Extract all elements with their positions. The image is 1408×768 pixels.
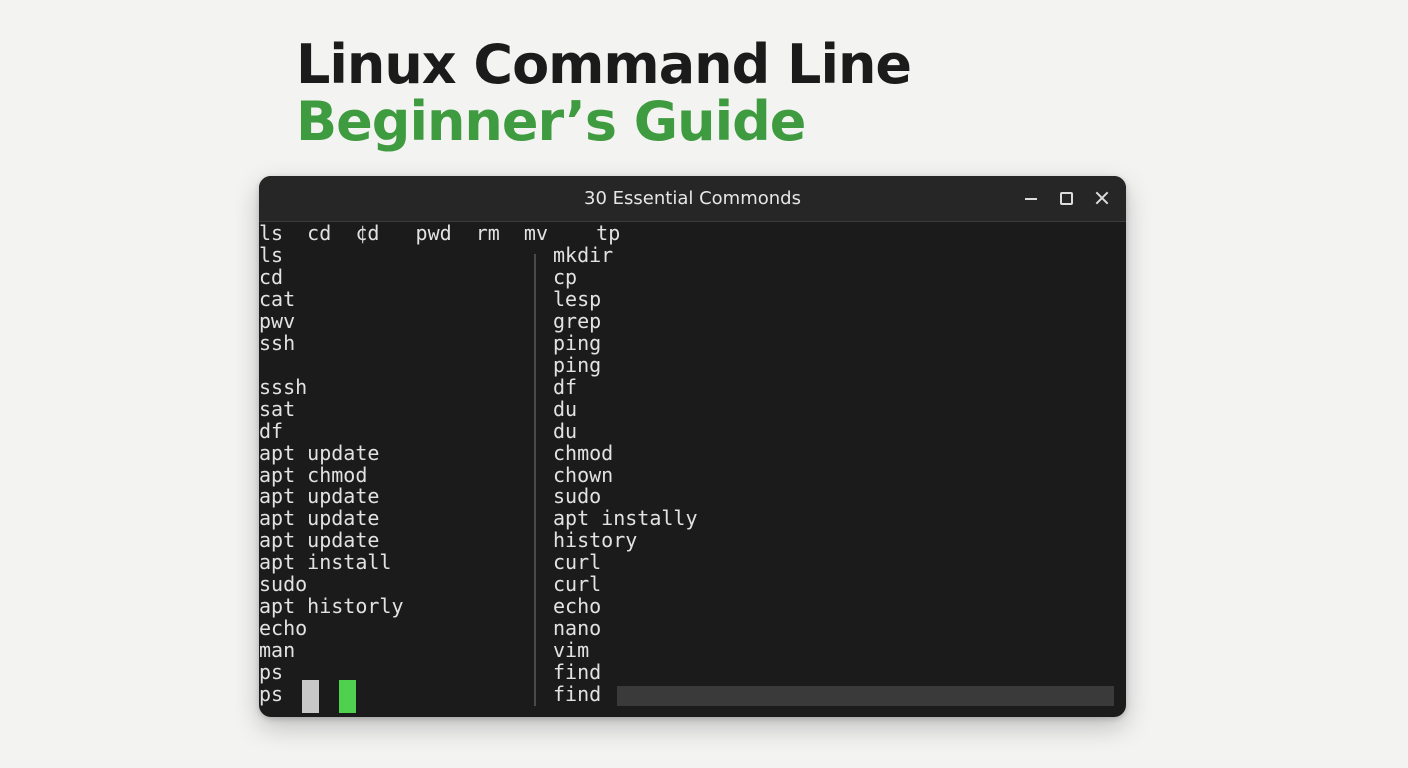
cursor-block-gray bbox=[302, 680, 319, 713]
left-command-line: sat bbox=[259, 396, 296, 421]
left-command-line: apt update bbox=[259, 506, 380, 531]
terminal-output[interactable]: ls cd ¢d pwd rm mv tp ls cd cat pwv ssh sssh s… bbox=[259, 222, 1126, 717]
left-command-line: df bbox=[259, 418, 284, 443]
right-command-line: curl bbox=[553, 550, 602, 575]
right-command-line: sudo bbox=[553, 484, 602, 509]
right-command-line: df bbox=[553, 374, 578, 399]
right-command-line: nano bbox=[553, 616, 602, 641]
left-command-line: apt update bbox=[259, 528, 380, 553]
terminal-header-line: ls cd ¢d pwd rm mv tp bbox=[259, 221, 621, 245]
minimize-icon[interactable] bbox=[1020, 187, 1042, 209]
cursor-block-green bbox=[339, 680, 356, 713]
window-title: 30 Essential Commonds bbox=[584, 188, 801, 209]
left-command-line: pwv bbox=[259, 308, 296, 333]
left-command-line: ps bbox=[259, 660, 284, 685]
right-command-line: cp bbox=[553, 264, 578, 289]
left-command-line: ps bbox=[259, 682, 284, 706]
right-command-line: ping bbox=[553, 352, 602, 377]
right-command-line: ping bbox=[553, 330, 602, 355]
left-command-line: cd bbox=[259, 264, 284, 289]
right-command-line: apt instally bbox=[553, 506, 698, 531]
left-command-line: apt update bbox=[259, 440, 380, 465]
left-command-line: man bbox=[259, 638, 296, 663]
column-divider bbox=[534, 254, 536, 706]
right-command-line: find bbox=[553, 682, 602, 706]
right-command-line: chown bbox=[553, 462, 614, 487]
close-icon[interactable] bbox=[1091, 187, 1113, 209]
heading-subtitle: Beginner’s Guide bbox=[296, 90, 806, 153]
right-command-line: chmod bbox=[553, 440, 614, 465]
right-command-line: grep bbox=[553, 308, 602, 333]
left-command-line: sssh bbox=[259, 374, 308, 399]
left-command-line: apt chmod bbox=[259, 462, 368, 487]
command-input-bar[interactable] bbox=[617, 686, 1114, 706]
right-command-line: echo bbox=[553, 594, 602, 619]
heading-title: Linux Command Line bbox=[296, 33, 912, 96]
left-command-line: sudo bbox=[259, 572, 308, 597]
left-command-line: apt historly bbox=[259, 594, 404, 619]
right-command-line: mkdir bbox=[553, 243, 614, 267]
right-command-line: vim bbox=[553, 638, 590, 663]
maximize-icon[interactable] bbox=[1055, 187, 1077, 209]
window-titlebar[interactable]: 30 Essential Commonds bbox=[259, 176, 1126, 222]
left-command-line: ls bbox=[259, 243, 284, 267]
right-command-line: curl bbox=[553, 572, 602, 597]
left-command-line: apt update bbox=[259, 484, 380, 509]
left-command-line: cat bbox=[259, 286, 296, 311]
right-command-line: du bbox=[553, 396, 578, 421]
left-command-line: apt install bbox=[259, 550, 392, 575]
right-command-line: du bbox=[553, 418, 578, 443]
right-command-line: lesp bbox=[553, 286, 602, 311]
right-command-line: history bbox=[553, 528, 638, 553]
terminal-window: 30 Essential Commonds ls cd ¢d pwd rm mv… bbox=[259, 176, 1126, 717]
page-heading: Linux Command Line Beginner’s Guide bbox=[296, 33, 912, 153]
left-command-line: ssh bbox=[259, 330, 296, 355]
left-command-line: echo bbox=[259, 616, 308, 641]
right-command-line: find bbox=[553, 660, 602, 685]
